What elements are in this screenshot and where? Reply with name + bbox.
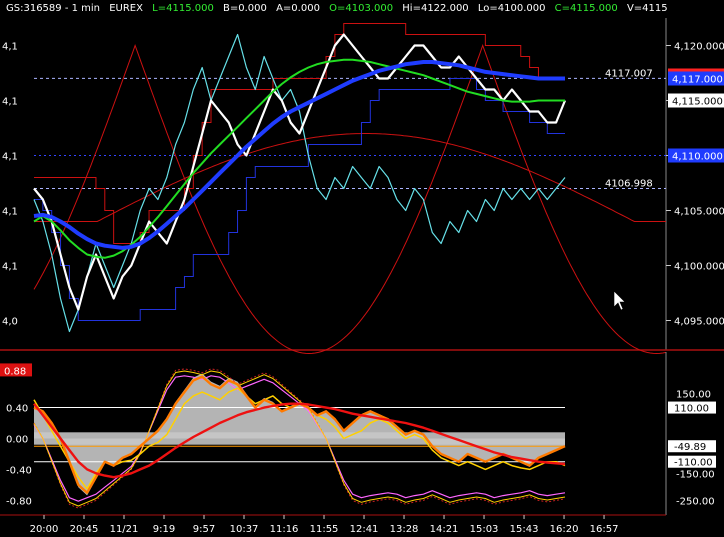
osc-right-tick-label: -250.00 xyxy=(676,496,715,507)
osc-right-tick-label: 150.00 xyxy=(676,390,711,401)
left-tick-label: 4,0 xyxy=(2,317,18,328)
price-tag: 4,110.000 xyxy=(668,148,724,163)
time-tick-label: 11:16 xyxy=(270,524,299,535)
osc-right-tick-label: -150.00 xyxy=(676,469,715,480)
osc-tick-label: 0.00 xyxy=(6,435,28,446)
osc-tag: 110.00 xyxy=(668,401,716,415)
time-tick-label: 9:57 xyxy=(193,524,215,535)
price-tag-label: 4,110.000 xyxy=(672,152,723,163)
left-tick-label: 4,1 xyxy=(2,262,18,273)
osc-tick-label: -0.80 xyxy=(6,496,32,507)
left-tick-label: 4,1 xyxy=(2,97,18,108)
series-price xyxy=(33,33,567,311)
price-tag: 4,115.000 xyxy=(668,93,724,108)
time-tick-label: 14:21 xyxy=(430,524,459,535)
time-tick-label: 20:45 xyxy=(70,524,99,535)
price-tag-label: 4,115.000 xyxy=(672,97,723,108)
series-cyan xyxy=(33,33,566,333)
oscillator-panel[interactable]: 0.40 0.00 -0.40 -0.80 0.88 150.00 -150.00 -250.… xyxy=(0,352,716,515)
level-label: 4117.007 xyxy=(605,68,653,79)
red-band-arc-mid xyxy=(34,133,666,222)
mouse-cursor-icon xyxy=(613,290,626,311)
time-tick-label: 13:28 xyxy=(390,524,419,535)
red-band-arc-lower xyxy=(33,44,667,355)
left-tick-label: 4,1 xyxy=(2,207,18,218)
level-label: 4106.998 xyxy=(605,179,653,190)
osc-tag-label: 110.00 xyxy=(674,404,709,415)
osc-tick-label: 0.40 xyxy=(6,404,28,415)
osc-tag-label: -110.00 xyxy=(674,458,713,469)
price-tag: 4,117.000 xyxy=(668,71,724,86)
price-tag-label: 4,117.000 xyxy=(672,75,723,86)
time-tick-label: 16:57 xyxy=(590,524,619,535)
time-tick-label: 16:20 xyxy=(550,524,579,535)
osc-left-tag-label: 0.88 xyxy=(4,366,26,377)
osc-tick-label: -0.40 xyxy=(6,465,32,476)
time-tick-label: 11/21 xyxy=(110,524,139,535)
time-axis: 20:00 20:45 11/21 9:19 9:57 10:37 11:16 11:55 12… xyxy=(0,514,666,535)
price-tick-label: 4,105.000 xyxy=(674,207,724,218)
price-tick-label: 4,095.000 xyxy=(674,317,724,328)
osc-tag: -110.00 xyxy=(668,455,716,469)
price-tick-label: 4,100.000 xyxy=(674,262,724,273)
time-tick-label: 11:55 xyxy=(310,524,339,535)
osc-tag: -49.89 xyxy=(668,440,716,453)
time-tick-label: 20:00 xyxy=(30,524,59,535)
left-tick-label: 4,1 xyxy=(2,42,18,53)
time-tick-label: 15:43 xyxy=(510,524,539,535)
time-tick-label: 15:03 xyxy=(470,524,499,535)
chart-canvas[interactable]: 4,095.0004,04,100.0004,14,105.0004,14,11… xyxy=(0,0,724,537)
chart-window: GS:316589 - 1 min EUREX L=4115.000 B=0.0… xyxy=(0,0,724,537)
time-tick-label: 10:37 xyxy=(230,524,259,535)
time-tick-label: 9:19 xyxy=(153,524,175,535)
time-tick-label: 12:41 xyxy=(350,524,379,535)
price-tick-label: 4,120.000 xyxy=(674,42,724,53)
osc-tag-label: -49.89 xyxy=(674,442,706,453)
red-tag-stripe xyxy=(668,68,724,72)
left-tick-label: 4,1 xyxy=(2,152,18,163)
